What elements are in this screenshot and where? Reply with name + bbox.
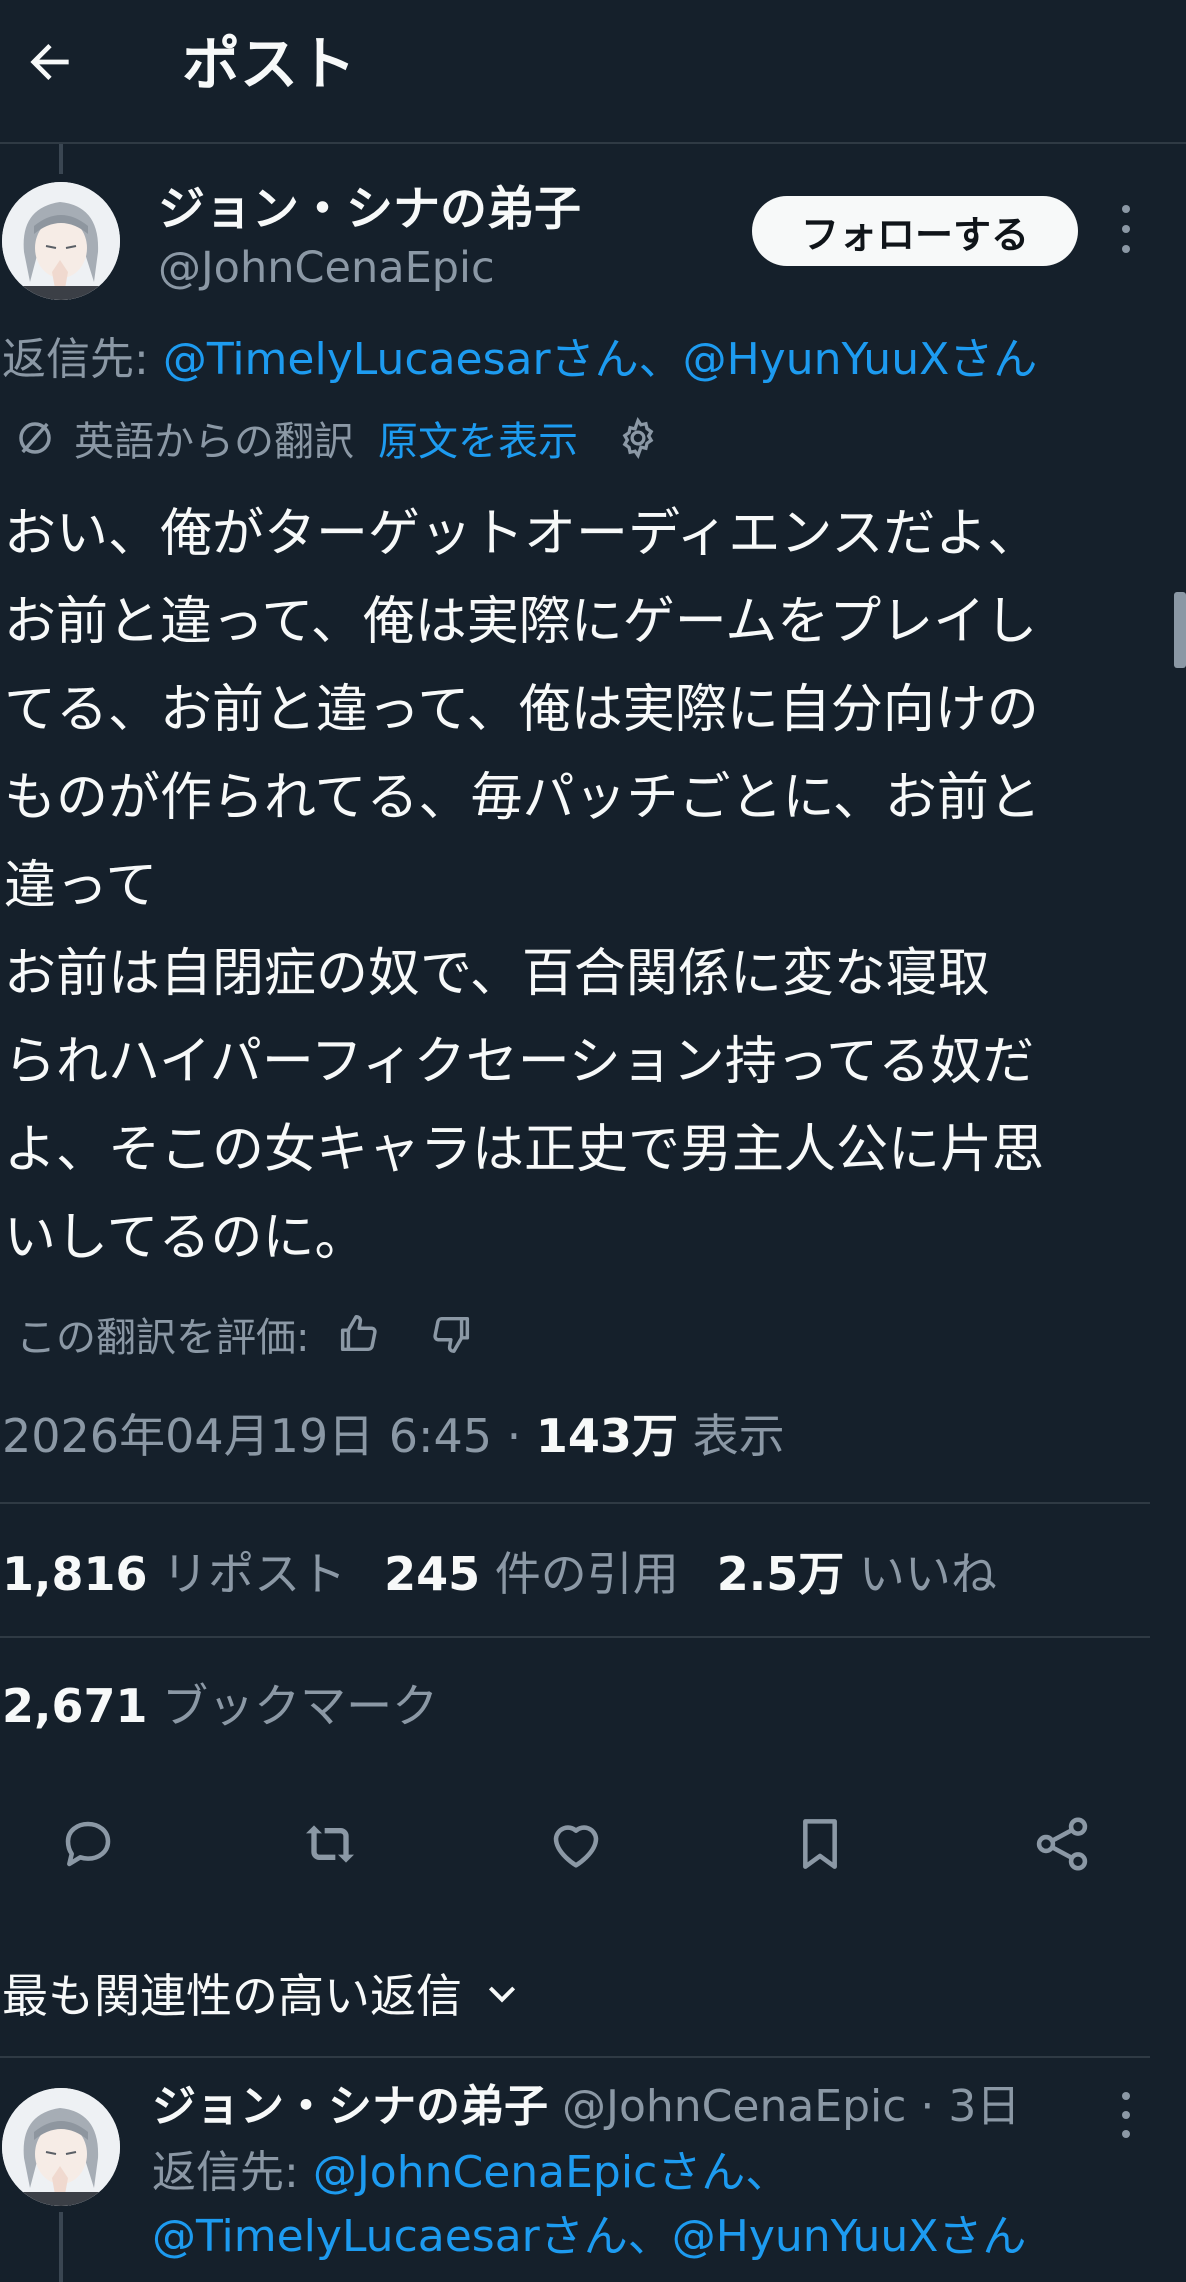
page-title: ポスト xyxy=(182,30,357,98)
post-text: おい、俺がターゲットオーディエンスだよ、 お前と違って、俺は実際にゲームをプレイ… xyxy=(4,504,1045,1268)
reply-reply-to-line: 返信先: @JohnCenaEpicさん、 xyxy=(152,2142,789,2204)
avatar-image xyxy=(2,182,120,300)
reply-mentions[interactable]: @TimelyLucaesarさん、@HyunYuuXさん xyxy=(163,334,1037,385)
bookmarks-label: ブックマーク xyxy=(147,1679,439,1733)
views-count: 143万 xyxy=(535,1409,678,1463)
reply-icon xyxy=(65,1821,111,1867)
scrollbar[interactable] xyxy=(1174,592,1186,668)
gear-icon[interactable] xyxy=(616,416,660,460)
reply-more-options-icon[interactable] xyxy=(1116,2092,1136,2138)
reply-to-line: 返信先: @TimelyLucaesarさん、@HyunYuuXさん xyxy=(2,330,1037,390)
follow-button[interactable]: フォローする xyxy=(752,196,1078,266)
views-label: 表示 xyxy=(677,1409,785,1463)
repost-icon xyxy=(306,1825,354,1863)
engagement-stats: 1,816 リポスト 245 件の引用 2.5万 いいね xyxy=(2,1542,997,1606)
reply-to-label: 返信先: xyxy=(2,334,163,385)
author-handle[interactable]: @JohnCenaEpic xyxy=(158,240,495,296)
replies-sort-dropdown[interactable]: 最も関連性の高い返信 xyxy=(2,1958,522,2028)
timestamp[interactable]: 2026年04月19日 6:45 · xyxy=(2,1409,536,1463)
reply-to-label: 返信先: xyxy=(152,2147,313,2198)
replies-sort-label: 最も関連性の高い返信 xyxy=(2,1969,462,2023)
like-icon xyxy=(553,1825,599,1868)
avatar-image xyxy=(2,2088,120,2206)
reply-author-meta: @JohnCenaEpic · 3日 xyxy=(548,2081,1021,2132)
thread-line xyxy=(59,144,63,174)
reply-mention-line-2[interactable]: @TimelyLucaesarさん、@HyunYuuXさん xyxy=(152,2206,1026,2268)
rate-translation-label: この翻訳を評価: xyxy=(16,1315,310,1361)
translation-label: 英語からの翻訳 xyxy=(74,419,354,465)
reply-button[interactable] xyxy=(56,1812,120,1876)
divider xyxy=(0,2056,1150,2058)
like-button[interactable] xyxy=(544,1812,608,1876)
divider xyxy=(0,1636,1150,1638)
top-bar: ポスト xyxy=(0,0,1186,144)
post-metadata: 2026年04月19日 6:45 · 143万 表示 xyxy=(2,1404,785,1468)
share-button[interactable] xyxy=(1030,1812,1094,1876)
reply-mention-line-1[interactable]: @JohnCenaEpicさん、 xyxy=(313,2147,789,2198)
show-original-link[interactable]: 原文を表示 xyxy=(378,409,578,467)
reposts-stat[interactable]: 1,816 リポスト xyxy=(2,1547,346,1601)
thumbs-down-icon[interactable] xyxy=(429,1311,475,1357)
translate-icon xyxy=(19,422,51,454)
bookmarks-stat: 2,671 ブックマーク xyxy=(2,1674,438,1738)
reply-author-name[interactable]: ジョン・シナの弟子 xyxy=(152,2081,548,2132)
repost-button[interactable] xyxy=(298,1812,362,1876)
bookmark-icon xyxy=(803,1819,837,1869)
quotes-stat[interactable]: 245 件の引用 xyxy=(384,1547,679,1601)
author-name[interactable]: ジョン・シナの弟子 xyxy=(158,180,581,240)
rate-translation-row: この翻訳を評価: xyxy=(16,1304,475,1364)
bookmark-button[interactable] xyxy=(788,1812,852,1876)
thumbs-up-icon[interactable] xyxy=(335,1311,381,1357)
thread-line xyxy=(59,2212,63,2282)
avatar[interactable] xyxy=(2,182,120,300)
reply-header: ジョン・シナの弟子 @JohnCenaEpic · 3日 xyxy=(152,2076,1020,2138)
back-arrow-icon xyxy=(30,44,69,80)
share-icon xyxy=(1036,1817,1088,1871)
likes-stat[interactable]: 2.5万 いいね xyxy=(717,1547,997,1601)
translation-row: 英語からの翻訳 原文を表示 xyxy=(14,408,660,468)
reply-avatar[interactable] xyxy=(2,2088,120,2206)
more-options-icon[interactable] xyxy=(1116,205,1136,253)
bookmarks-count: 2,671 xyxy=(2,1679,148,1733)
back-button[interactable] xyxy=(18,30,82,94)
divider xyxy=(0,1502,1150,1504)
chevron-down-icon xyxy=(488,1986,516,2003)
